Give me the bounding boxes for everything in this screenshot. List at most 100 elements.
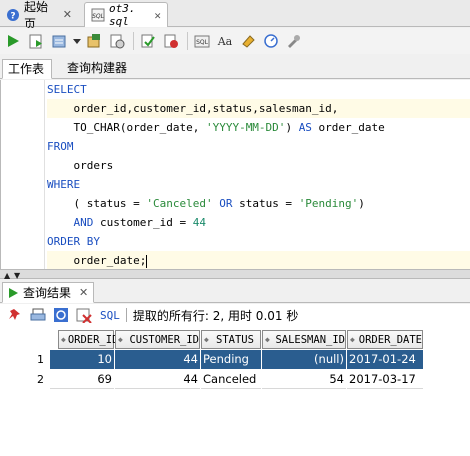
cell-status[interactable]: Canceled [201, 370, 261, 389]
column-header-order-date[interactable]: ◆ ORDER_DATE [347, 330, 423, 349]
sql-keyword: AS [298, 121, 312, 134]
results-grid: ◆ ORDER_ID ◆ CUSTOMER_ID ◆ STATUS ◆ SALESMAN… [0, 326, 470, 456]
sql-text: TO_CHAR(order_date, [47, 121, 206, 134]
explain-plan-icon[interactable] [139, 32, 157, 50]
sql-text: ( status = [47, 197, 147, 210]
svg-text:?: ? [10, 11, 15, 21]
tab-worksheet[interactable]: 工作表 [2, 59, 52, 79]
sql-link[interactable]: SQL [100, 309, 120, 322]
sql-history-icon[interactable]: SQL [193, 32, 211, 50]
editor-gutter [1, 80, 45, 269]
cell-status[interactable]: Pending [201, 350, 261, 369]
sql-text: order_id,customer_id,status,salesman_id, [47, 102, 339, 115]
tab-query-result-label: 查询结果 [23, 286, 72, 300]
tab-start-page-label: 起始页 [24, 0, 49, 31]
tab-sql-file-label: ot3. sql [109, 2, 136, 28]
sql-keyword: WHERE [47, 178, 81, 191]
cell-order-date[interactable]: 2017-03-17 [347, 370, 423, 389]
sql-text: status = [232, 197, 299, 210]
code-line[interactable]: order_id,customer_id,status,salesman_id, [47, 99, 470, 118]
column-header-status[interactable]: ◆ STATUS [201, 330, 261, 349]
sql-keyword: ORDER BY [47, 235, 100, 248]
tab-query-builder[interactable]: 查询构建器 [62, 59, 132, 79]
autotrace-icon[interactable] [50, 32, 68, 50]
fetch-status: 提取的所有行: 2, 用时 0.01 秒 [132, 308, 299, 323]
results-tab-bar: 查询结果 ✕ [0, 281, 470, 303]
toolbar-divider [133, 32, 134, 50]
code-line[interactable]: AND customer_id = 44 [47, 213, 470, 232]
collapse-up-icon[interactable]: ▲ [4, 271, 10, 280]
sort-icon: ◆ [61, 335, 66, 344]
document-tab-bar: ? 起始页 ✕ SQL ot3. sql ✕ [0, 0, 470, 31]
rollback-icon[interactable] [108, 32, 126, 50]
code-line[interactable]: SELECT [47, 80, 470, 99]
row-number[interactable]: 2 [0, 370, 48, 389]
tab-start-page[interactable]: ? 起始页 ✕ [0, 0, 78, 31]
code-line[interactable]: ( status = 'Canceled' OR status = 'Pendi… [47, 194, 470, 213]
sql-editor[interactable]: SELECT order_id,customer_id,status,sales… [0, 80, 470, 270]
column-header-customer-id[interactable]: ◆ CUSTOMER_ID [115, 330, 200, 349]
svg-text:SQL: SQL [92, 13, 104, 20]
play-icon [7, 287, 19, 299]
svg-text:SQL: SQL [196, 39, 209, 46]
code-line[interactable]: orders [47, 156, 470, 175]
worksheet-toolbar: SQL Aa [0, 28, 470, 54]
toolbar-divider [187, 32, 188, 50]
column-header-salesman-id[interactable]: ◆ SALESMAN_ID [262, 330, 346, 349]
column-header-order-id[interactable]: ◆ ORDER_ID [58, 330, 118, 349]
code-line[interactable]: FROM [47, 137, 470, 156]
code-line[interactable]: order_date; [47, 251, 470, 270]
close-icon[interactable]: ✕ [79, 286, 88, 299]
results-toolbar: SQL 提取的所有行: 2, 用时 0.01 秒 [0, 304, 470, 326]
cell-customer-id[interactable]: 44 [115, 370, 200, 389]
tools-icon[interactable] [285, 32, 303, 50]
sql-text: order_date [311, 121, 385, 134]
collapse-down-icon[interactable]: ▼ [14, 271, 20, 280]
chevron-down-icon[interactable] [73, 32, 81, 50]
change-case-icon[interactable]: Aa [216, 32, 234, 50]
sql-text: order_date; [47, 254, 147, 267]
code-line[interactable]: TO_CHAR(order_date, 'YYYY-MM-DD') AS ord… [47, 118, 470, 137]
svg-text:Aa: Aa [217, 35, 233, 48]
panel-splitter[interactable]: ▲ ▼ [0, 269, 470, 280]
cell-salesman-id[interactable]: (null) [262, 350, 346, 369]
cell-order-id[interactable]: 69 [50, 370, 114, 389]
code-line[interactable]: ORDER BY [47, 232, 470, 251]
close-icon[interactable]: ✕ [63, 8, 72, 21]
run-script-icon[interactable] [27, 32, 45, 50]
sort-icon: ◆ [118, 335, 123, 344]
cell-salesman-id[interactable]: 54 [262, 370, 346, 389]
cell-customer-id[interactable]: 44 [115, 350, 200, 369]
pin-icon[interactable] [6, 306, 24, 324]
sql-string: 'YYYY-MM-DD' [205, 121, 286, 134]
sql-string: 'Pending' [298, 197, 359, 210]
clear-icon[interactable] [162, 32, 180, 50]
sql-text: ) [285, 121, 299, 134]
sort-icon: ◆ [204, 335, 209, 344]
cell-order-date[interactable]: 2017-01-24 [347, 350, 423, 369]
text-caret [146, 254, 148, 268]
monitor-icon[interactable] [262, 32, 280, 50]
sql-keyword: AND [73, 216, 94, 229]
sql-number: 44 [192, 216, 206, 229]
eraser-icon[interactable] [239, 32, 257, 50]
row-number[interactable]: 1 [0, 350, 48, 369]
commit-icon[interactable] [85, 32, 103, 50]
worksheet-tabs: 工作表 查询构建器 [0, 57, 470, 79]
print-icon[interactable] [29, 306, 47, 324]
run-statement-icon[interactable] [4, 32, 22, 50]
close-icon[interactable]: ✕ [154, 9, 161, 22]
refresh-icon[interactable] [52, 306, 70, 324]
tab-sql-file[interactable]: SQL ot3. sql ✕ [84, 2, 168, 28]
cell-order-id[interactable]: 10 [50, 350, 114, 369]
help-circle-icon: ? [6, 8, 20, 22]
sql-text: orders [47, 159, 114, 172]
sql-keyword: SELECT [47, 83, 87, 96]
delete-rows-icon[interactable] [75, 306, 93, 324]
tab-query-result[interactable]: 查询结果 ✕ [2, 282, 94, 303]
sql-string: 'Canceled' [146, 197, 213, 210]
sql-file-icon: SQL [91, 8, 105, 22]
code-line[interactable]: WHERE [47, 175, 470, 194]
sort-icon: ◆ [265, 335, 270, 344]
